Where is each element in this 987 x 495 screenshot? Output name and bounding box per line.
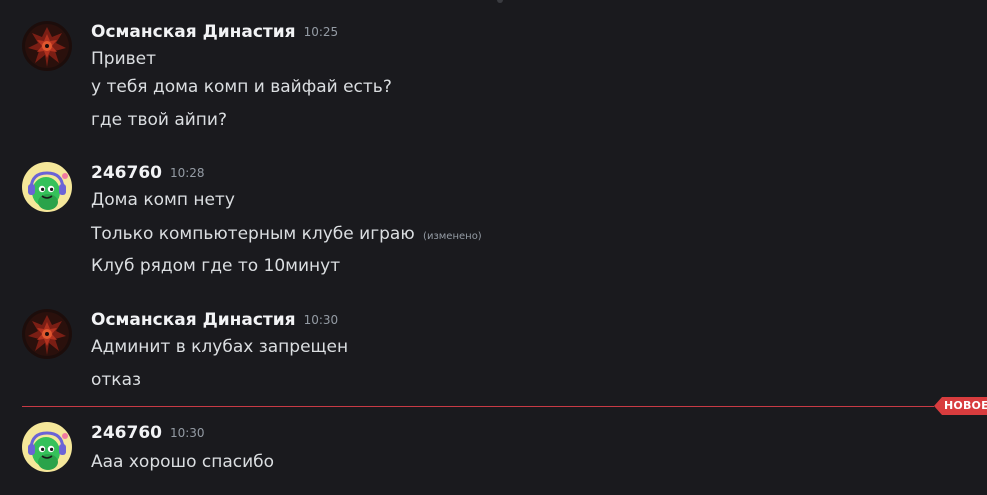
edited-label: (изменено) xyxy=(423,231,482,242)
message-text: где твой айпи? xyxy=(91,110,227,130)
timestamp[interactable]: 10:28 xyxy=(170,166,205,180)
green-creature-headphones-avatar-icon[interactable] xyxy=(22,162,72,212)
timestamp[interactable]: 10:30 xyxy=(170,426,205,440)
green-creature-headphones-avatar-icon[interactable] xyxy=(22,422,72,472)
message-text: Только компьютерным клубе играю xyxy=(91,224,415,244)
message-text: Ааа хорошо спасибо xyxy=(91,452,275,472)
author-name[interactable]: 246760 xyxy=(91,163,162,183)
dark-red-ornament-avatar-icon[interactable] xyxy=(22,309,72,359)
message-text: Админит в клубах запрещен xyxy=(91,337,349,357)
author-name[interactable]: Османская Династия xyxy=(91,310,296,330)
message-header: 246760 10:28 xyxy=(91,162,205,184)
dark-red-ornament-avatar-icon[interactable] xyxy=(22,21,72,71)
author-name[interactable]: Османская Династия xyxy=(91,22,296,42)
message-header: 246760 10:30 xyxy=(91,422,205,444)
message-text: Привет xyxy=(91,49,157,69)
message-text: Клуб рядом где то 10минут xyxy=(91,256,341,276)
new-messages-badge: НОВОЕ xyxy=(934,397,987,415)
author-name[interactable]: 246760 xyxy=(91,423,162,443)
timestamp[interactable]: 10:25 xyxy=(304,25,339,39)
message-text: Дома комп нету xyxy=(91,190,235,210)
new-messages-divider xyxy=(22,406,934,407)
timestamp[interactable]: 10:30 xyxy=(304,313,339,327)
chat-messages: Османская Династия 10:25 Привет у тебя до… xyxy=(0,0,987,495)
scroll-tick xyxy=(497,0,503,3)
top-separator xyxy=(0,0,987,4)
message-text: у тебя дома комп и вайфай есть? xyxy=(91,77,392,97)
message-text: отказ xyxy=(91,370,142,390)
message-header: Османская Династия 10:25 xyxy=(91,21,338,43)
message-text-edited: Только компьютерным клубе играю (изменен… xyxy=(91,223,482,248)
message-header: Османская Династия 10:30 xyxy=(91,309,338,331)
